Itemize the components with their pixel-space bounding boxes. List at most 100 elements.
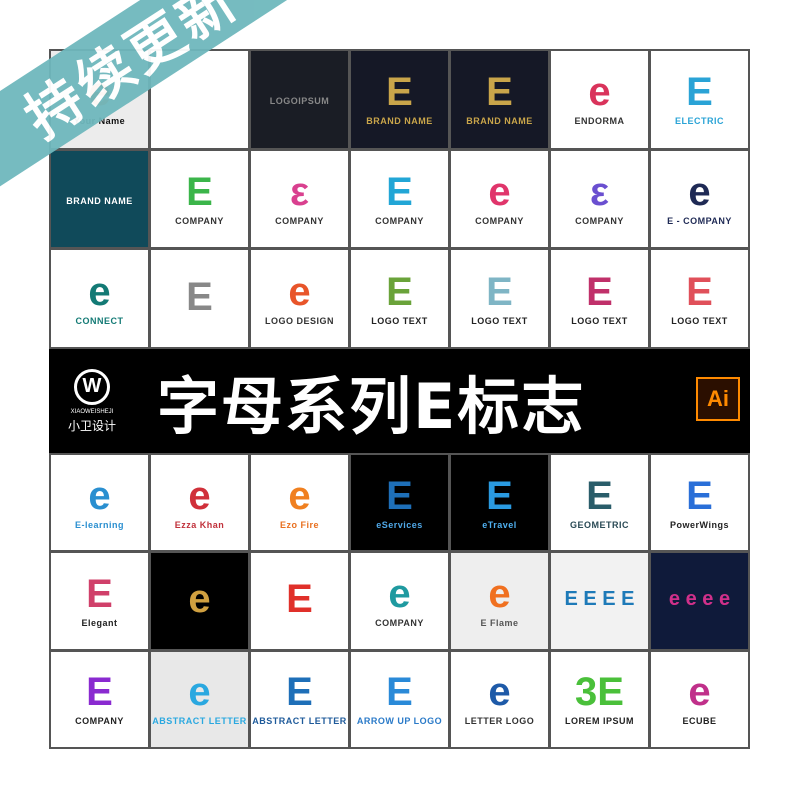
logo-letter-icon: E (386, 269, 413, 314)
logo-tile[interactable]: ε COMPANY (551, 150, 648, 248)
logo-letter-icon: ε (290, 169, 309, 214)
logo-tile[interactable]: e (151, 553, 248, 649)
logo-letter-icon: e (588, 70, 611, 115)
logo-tile[interactable]: E LOGO TEXT (351, 250, 448, 347)
logo-tile[interactable]: e ENDORMA (551, 51, 648, 148)
logo-caption: ARROW UP LOGO (356, 716, 443, 727)
logo-letter-icon: E (86, 571, 113, 616)
logo-tile[interactable]: E COMPANY (151, 150, 248, 248)
logo-tile[interactable]: eE Flame (451, 553, 548, 649)
logo-caption: LOGO TEXT (471, 315, 528, 326)
logo-tile[interactable]: e Ezo Fire (251, 455, 348, 551)
brand-mark-icon: W (74, 368, 110, 405)
logo-tile[interactable]: e ECUBE (651, 651, 748, 747)
logo-caption: Ezza Khan (174, 519, 225, 530)
logo-tile[interactable]: E LOGO TEXT (651, 250, 748, 347)
logo-caption: BRAND NAME (366, 116, 433, 127)
logo-caption: Ezo Fire (279, 519, 319, 530)
logo-caption: ABSTRACT LETTER (152, 716, 247, 727)
logo-caption: E-learning (74, 519, 124, 530)
logo-letter-icon: E (286, 576, 313, 621)
logo-letter-icon: E (386, 473, 413, 518)
logo-tile[interactable]: e LOGO DESIGN (251, 250, 348, 347)
logo-caption: COMPANY (575, 215, 624, 226)
banner-title: 字母系列E标志 (157, 370, 586, 443)
logo-tile[interactable]: e LETTER LOGO (451, 651, 548, 747)
logo-tile[interactable]: e COMPANY (351, 553, 448, 649)
logo-caption: eTravel (482, 519, 517, 530)
logo-caption: COMPANY (75, 716, 124, 727)
logo-letter-icon: e (688, 670, 711, 715)
illustrator-file-icon: Ai (696, 377, 740, 421)
logo-letter-icon: E E E E (564, 587, 635, 610)
logo-caption: BRAND NAME (466, 116, 533, 127)
logo-tile[interactable]: e Ezza Khan (151, 455, 248, 551)
logo-caption: ECUBE (682, 716, 717, 727)
logo-tile[interactable]: E ARROW UP LOGO (351, 651, 448, 747)
logo-letter-icon: E (86, 670, 113, 715)
logo-tile[interactable]: EeTravel (451, 455, 548, 551)
logo-tile[interactable]: LOGOIPSUM (251, 51, 348, 148)
logo-letter-icon: E (186, 274, 213, 319)
logo-tile[interactable]: E ELECTRIC (651, 51, 748, 148)
logo-tile[interactable]: E (151, 250, 248, 347)
logo-tile[interactable]: E COMPANY (351, 150, 448, 248)
logo-letter-icon: ε (590, 169, 609, 214)
logo-caption: LOGO TEXT (371, 315, 428, 326)
logo-grid-top: eYour NameLOGOIPSUMEBRAND NAMEEBRAND NAM… (49, 49, 750, 349)
brand-name-cn: 小卫设计 (67, 418, 116, 433)
logo-letter-icon: E (386, 670, 413, 715)
logo-letter-icon: E (386, 70, 413, 115)
logo-tile[interactable]: E LOGO TEXT (451, 250, 548, 347)
logo-caption: LETTER LOGO (464, 716, 535, 727)
logo-letter-icon: E (686, 70, 713, 115)
logo-tile[interactable]: E Elegant (51, 553, 148, 649)
logo-tile[interactable]: ε COMPANY (251, 150, 348, 248)
logo-tile[interactable]: E COMPANY (51, 651, 148, 747)
logo-tile[interactable]: 3E LOREM IPSUM (551, 651, 648, 747)
logo-tile[interactable]: E E E E (551, 553, 648, 649)
logo-tile[interactable]: E BRAND NAME (351, 51, 448, 148)
logo-tile[interactable]: E (251, 553, 348, 649)
logo-letter-icon: e (488, 571, 511, 616)
title-banner: W XIAOWEISHEJI 小卫设计 字母系列E标志 Ai (49, 349, 750, 453)
logo-letter-icon: e (88, 473, 111, 518)
logo-letter-icon: E (486, 269, 513, 314)
logo-tile[interactable]: E PowerWings (651, 455, 748, 551)
logo-caption: ENDORMA (574, 116, 625, 127)
logo-tile[interactable]: E LOGO TEXT (551, 250, 648, 347)
logo-caption: LOGO TEXT (571, 315, 628, 326)
logo-tile[interactable]: E GEOMETRIC (551, 455, 648, 551)
logo-letter-icon: e (88, 269, 111, 314)
logo-tile[interactable]: e ABSTRACT LETTER (151, 651, 248, 747)
logo-tile[interactable]: e COMPANY (451, 150, 548, 248)
logo-caption: COMPANY (275, 215, 324, 226)
logo-caption: E Flame (480, 617, 519, 628)
logo-letter-icon: e (688, 169, 711, 214)
logo-caption: LOREM IPSUM (564, 716, 634, 727)
logo-letter-icon: e (188, 473, 211, 518)
logo-tile[interactable]: BRAND NAME (51, 150, 148, 248)
logo-tile[interactable]: E BRAND NAME (451, 51, 548, 148)
logo-tile[interactable]: EeServices (351, 455, 448, 551)
logo-letter-icon: e (288, 473, 311, 518)
logo-caption: GEOMETRIC (569, 519, 629, 530)
logo-caption: CONNECT (75, 315, 124, 326)
logo-caption: Elegant (81, 617, 118, 628)
logo-letter-icon: E (686, 473, 713, 518)
logo-tile[interactable]: eE - COMPANY (651, 150, 748, 248)
logo-caption: ELECTRIC (675, 116, 724, 127)
logo-letter-icon: e (388, 571, 411, 616)
logo-tile[interactable]: e e e e (651, 553, 748, 649)
logo-letter-icon: e (488, 169, 511, 214)
logo-tile[interactable]: e CONNECT (51, 250, 148, 347)
logo-tile[interactable]: e E-learning (51, 455, 148, 551)
logo-grid-bottom: e E-learning e Ezza Khan e Ezo Fire EeServices… (49, 453, 750, 749)
logo-letter-icon: e (288, 269, 311, 314)
logo-letter-icon: E (686, 269, 713, 314)
logo-caption: COMPANY (375, 215, 424, 226)
logo-letter-icon: E (486, 70, 513, 115)
logo-letter-icon: E (386, 169, 413, 214)
logo-tile[interactable]: E ABSTRACT LETTER (251, 651, 348, 747)
logo-caption: E - COMPANY (667, 215, 732, 226)
